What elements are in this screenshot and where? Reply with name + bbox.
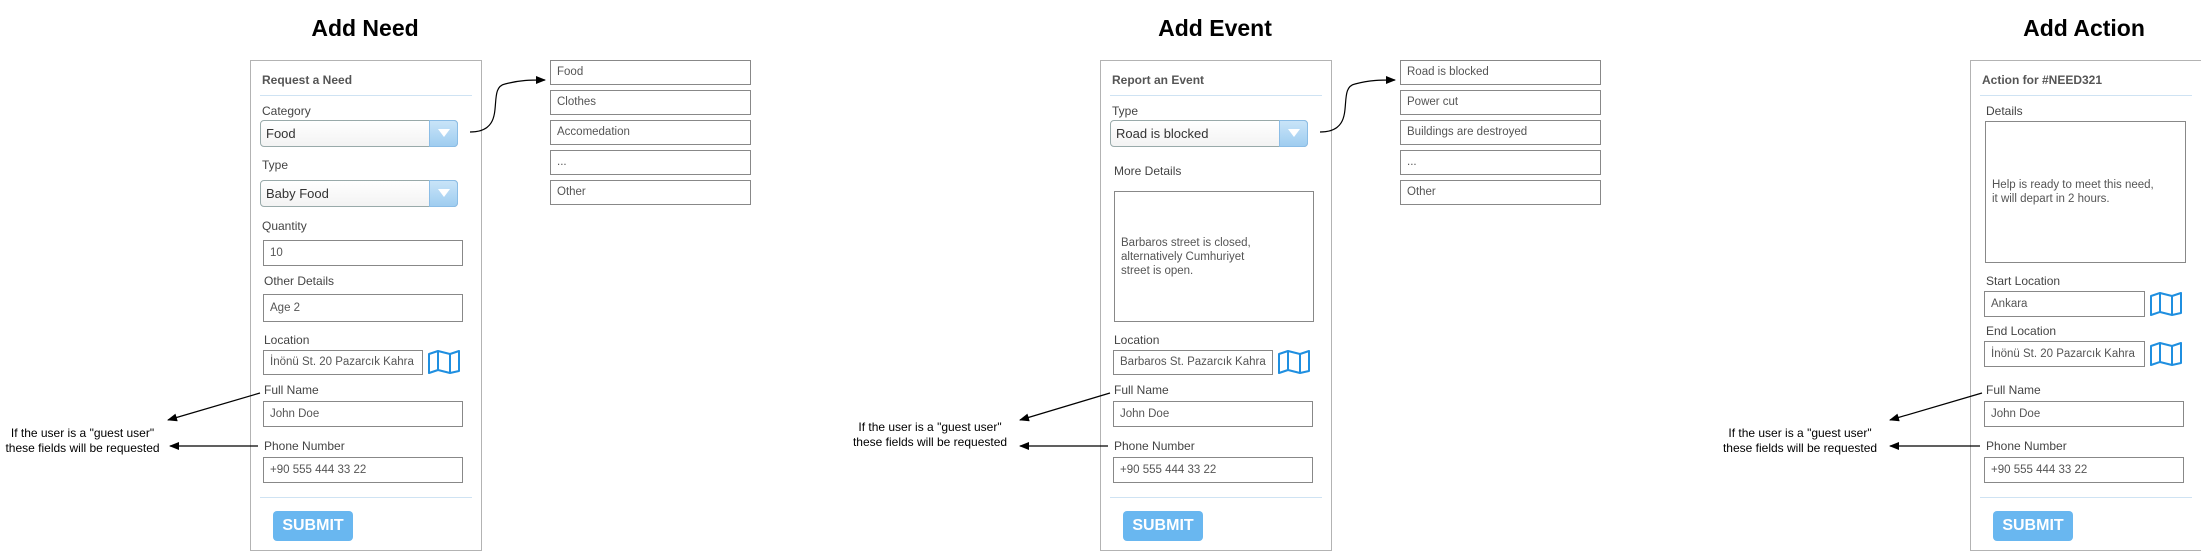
- divider: [260, 95, 472, 96]
- location-input[interactable]: Barbaros St. Pazarcık Kahra: [1113, 350, 1273, 375]
- end-location-input[interactable]: İnönü St. 20 Pazarcık Kahra: [1984, 341, 2145, 367]
- category-option[interactable]: Clothes: [550, 90, 751, 115]
- divider: [260, 497, 472, 498]
- submit-button[interactable]: SUBMIT: [1993, 511, 2073, 541]
- full-name-label: Full Name: [1986, 383, 2041, 397]
- quantity-input[interactable]: 10: [263, 240, 463, 266]
- map-icon[interactable]: [1277, 350, 1311, 374]
- guest-user-note: If the user is a "guest user" these fiel…: [845, 420, 1015, 450]
- divider: [1980, 497, 2192, 498]
- phone-input[interactable]: +90 555 444 33 22: [263, 457, 463, 483]
- details-textarea[interactable]: Help is ready to meet this need, it will…: [1985, 121, 2186, 263]
- add-event-title: Add Event: [1158, 15, 1272, 41]
- note-line: If the user is a "guest user": [10, 426, 155, 440]
- quantity-label: Quantity: [262, 219, 307, 233]
- action-form-panel: Action for #NEED321 Details Help is read…: [1970, 60, 2201, 551]
- full-name-input[interactable]: John Doe: [263, 401, 463, 427]
- guest-arrow: [1019, 392, 1111, 422]
- category-option[interactable]: ...: [550, 150, 751, 175]
- category-select[interactable]: Food: [260, 120, 458, 147]
- other-details-label: Other Details: [264, 274, 335, 288]
- category-label: Category: [262, 104, 311, 118]
- phone-label: Phone Number: [264, 439, 345, 453]
- type-option[interactable]: Road is blocked: [1400, 60, 1601, 85]
- category-option[interactable]: Accomedation: [550, 120, 751, 145]
- type-label: Type: [1112, 104, 1139, 118]
- full-name-input[interactable]: John Doe: [1984, 401, 2184, 427]
- full-name-label: Full Name: [264, 383, 319, 397]
- type-label: Type: [262, 158, 289, 172]
- phone-input[interactable]: +90 555 444 33 22: [1113, 457, 1313, 483]
- note-line: these fields will be requested: [852, 435, 1008, 449]
- add-action-title: Add Action: [2023, 15, 2145, 41]
- divider: [1110, 497, 1322, 498]
- start-location-input[interactable]: Ankara: [1984, 291, 2145, 317]
- full-name-label: Full Name: [1114, 383, 1169, 397]
- guest-arrow: [1889, 392, 1983, 422]
- location-label: Location: [1114, 333, 1160, 347]
- type-option[interactable]: Power cut: [1400, 90, 1601, 115]
- event-panel-heading: Report an Event: [1112, 73, 1205, 87]
- divider: [1110, 95, 1322, 96]
- phone-input[interactable]: +90 555 444 33 22: [1984, 457, 2184, 483]
- map-icon[interactable]: [427, 350, 461, 374]
- type-select[interactable]: Baby Food: [260, 180, 458, 207]
- guest-arrow: [167, 392, 261, 422]
- phone-label: Phone Number: [1986, 439, 2067, 453]
- full-name-input[interactable]: John Doe: [1113, 401, 1313, 427]
- chevron-down-icon[interactable]: [429, 120, 458, 147]
- details-label: Details: [1986, 104, 2023, 118]
- type-option[interactable]: Other: [1400, 180, 1601, 205]
- more-details-textarea[interactable]: Barbaros street is closed, alternatively…: [1114, 191, 1314, 322]
- submit-button[interactable]: SUBMIT: [1123, 511, 1203, 541]
- category-option[interactable]: Food: [550, 60, 751, 85]
- chevron-down-icon[interactable]: [1279, 120, 1308, 147]
- category-value: Food: [266, 126, 296, 141]
- end-location-label: End Location: [1986, 324, 2057, 338]
- type-select[interactable]: Road is blocked: [1110, 120, 1308, 147]
- category-option[interactable]: Other: [550, 180, 751, 205]
- phone-label: Phone Number: [1114, 439, 1195, 453]
- note-line: If the user is a "guest user": [1728, 426, 1872, 440]
- map-icon[interactable]: [2149, 292, 2183, 316]
- guest-user-note: If the user is a "guest user" these fiel…: [1715, 426, 1885, 456]
- type-value: Road is blocked: [1116, 126, 1209, 141]
- map-icon[interactable]: [2149, 342, 2183, 366]
- need-panel-heading: Request a Need: [262, 73, 353, 87]
- location-label: Location: [264, 333, 310, 347]
- note-line: these fields will be requested: [5, 441, 160, 455]
- need-form-panel: Request a Need Category Food Type Baby F…: [250, 60, 482, 551]
- type-option[interactable]: ...: [1400, 150, 1601, 175]
- action-panel-heading: Action for #NEED321: [1982, 73, 2103, 87]
- type-value: Baby Food: [266, 186, 329, 201]
- start-location-label: Start Location: [1986, 274, 2061, 288]
- type-option[interactable]: Buildings are destroyed: [1400, 120, 1601, 145]
- note-line: If the user is a "guest user": [858, 420, 1002, 434]
- location-input[interactable]: İnönü St. 20 Pazarcık Kahra: [263, 350, 423, 375]
- note-line: these fields will be requested: [1722, 441, 1878, 455]
- event-form-panel: Report an Event Type Road is blocked Mor…: [1100, 60, 1332, 551]
- submit-button[interactable]: SUBMIT: [273, 511, 353, 541]
- divider: [1980, 95, 2192, 96]
- other-details-input[interactable]: Age 2: [263, 294, 463, 322]
- chevron-down-icon[interactable]: [429, 180, 458, 207]
- guest-user-note: If the user is a "guest user" these fiel…: [0, 426, 165, 456]
- add-need-title: Add Need: [311, 15, 419, 41]
- more-details-label: More Details: [1114, 164, 1182, 178]
